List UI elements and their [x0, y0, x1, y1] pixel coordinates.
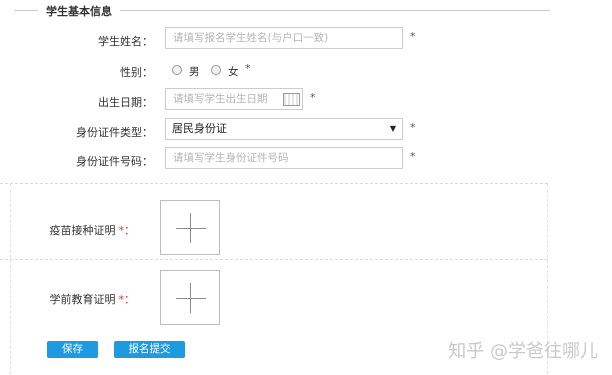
id-type-select[interactable]: 居民身份证 ▼ — [165, 118, 403, 140]
student-name-required: * — [410, 30, 416, 43]
watermark-text: 知乎 @学爸往哪儿 — [448, 341, 598, 362]
id-number-input[interactable]: 请填写学生身份证件号码 — [165, 147, 403, 169]
section-divider-right — [120, 10, 550, 11]
plus-icon — [176, 298, 206, 299]
section-divider-left — [14, 10, 38, 11]
vaccine-proof-label: 疫苗接种证明 *： — [30, 222, 136, 238]
gender-female-radio[interactable] — [211, 65, 221, 75]
gender-label: 性别： — [120, 66, 153, 79]
plus-icon-vertical — [190, 213, 191, 243]
plus-icon-vertical — [190, 283, 191, 313]
form-border-left — [10, 184, 11, 374]
gender-male-label: 男 — [189, 66, 200, 78]
form-divider — [0, 183, 548, 184]
vaccine-upload-box[interactable] — [160, 200, 220, 255]
gender-required: * — [245, 62, 251, 75]
plus-icon — [176, 228, 206, 229]
upload-divider — [0, 259, 548, 260]
chevron-down-icon: ▼ — [389, 124, 396, 133]
preschool-proof-label: 学前教育证明 *： — [30, 291, 136, 307]
id-type-required: * — [410, 121, 416, 134]
preschool-proof-label-text: 学前教育证明 — [49, 293, 116, 306]
submit-button[interactable]: 报名提交 — [114, 341, 185, 358]
birth-date-required: * — [310, 91, 316, 104]
preschool-upload-box[interactable] — [160, 270, 220, 325]
vaccine-proof-label-text: 疫苗接种证明 — [49, 224, 116, 237]
student-name-label: 学生姓名： — [98, 35, 153, 48]
section-title: 学生基本信息 — [42, 3, 116, 19]
preschool-required: *： — [118, 293, 136, 306]
id-type-value: 居民身份证 — [172, 122, 227, 135]
birth-date-label: 出生日期： — [98, 96, 153, 109]
save-button[interactable]: 保存 — [47, 341, 98, 358]
calendar-icon[interactable] — [283, 93, 300, 106]
gender-male-radio[interactable] — [172, 65, 182, 75]
id-type-label: 身份证件类型： — [76, 126, 153, 139]
student-name-input[interactable]: 请填写报名学生姓名(与户口一致) — [165, 27, 403, 49]
vaccine-required: *： — [118, 224, 136, 237]
gender-female-label: 女 — [228, 66, 239, 78]
id-number-label: 身份证件号码： — [76, 155, 153, 168]
id-number-required: * — [410, 150, 416, 163]
